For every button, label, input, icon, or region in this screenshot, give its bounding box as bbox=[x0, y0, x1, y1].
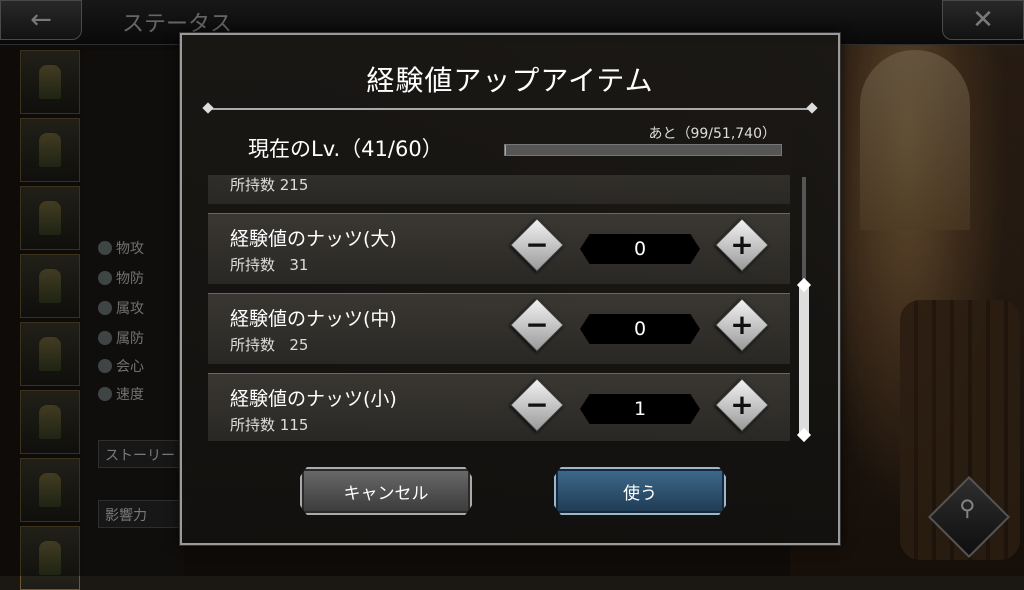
cancel-button[interactable]: キャンセル bbox=[300, 467, 472, 515]
quantity-value: 0 bbox=[580, 234, 700, 264]
list-item: 経験値のナッツ(大) 所持数 31 − 0 + bbox=[208, 213, 790, 284]
decrease-button[interactable]: − bbox=[510, 218, 564, 272]
increase-button[interactable]: + bbox=[715, 378, 769, 432]
item-list[interactable]: 所持数 215 経験値のナッツ(大) 所持数 31 − 0 + 経験値のナッツ(… bbox=[208, 175, 794, 441]
list-item: 経験値のナッツ(中) 所持数 25 − 0 + bbox=[208, 293, 790, 364]
current-level: 現在のLv.（41/60） bbox=[248, 137, 443, 161]
plus-icon: + bbox=[730, 228, 754, 261]
list-scrollbar[interactable] bbox=[799, 177, 809, 439]
increase-button[interactable]: + bbox=[715, 298, 769, 352]
title-divider bbox=[210, 108, 810, 110]
decrease-button[interactable]: − bbox=[510, 298, 564, 352]
item-owned-count: 所持数 25 bbox=[230, 336, 309, 354]
minus-icon: − bbox=[525, 308, 549, 341]
remaining-exp: あと（99/51,740） bbox=[648, 126, 776, 142]
plus-icon: + bbox=[730, 308, 754, 341]
item-owned-count: 所持数 115 bbox=[230, 416, 309, 434]
exp-item-dialog: 経験値アップアイテム あと（99/51,740） 現在のLv.（41/60） 所… bbox=[180, 33, 840, 545]
item-owned-count: 所持数 215 bbox=[230, 176, 309, 194]
exp-progress-fill bbox=[505, 145, 506, 155]
quantity-value: 0 bbox=[580, 314, 700, 344]
increase-button[interactable]: + bbox=[715, 218, 769, 272]
list-item: 経験値のナッツ(小) 所持数 115 − 1 + bbox=[208, 373, 790, 441]
list-item: 所持数 215 bbox=[208, 175, 790, 204]
use-button[interactable]: 使う bbox=[554, 467, 726, 515]
quantity-value: 1 bbox=[580, 394, 700, 424]
exp-progress-bar bbox=[504, 144, 782, 156]
dialog-title: 経験値アップアイテム bbox=[366, 64, 654, 97]
item-owned-count: 所持数 31 bbox=[230, 256, 309, 274]
plus-icon: + bbox=[730, 388, 754, 421]
minus-icon: − bbox=[525, 228, 549, 261]
item-name: 経験値のナッツ(中) bbox=[230, 308, 397, 330]
decrease-button[interactable]: − bbox=[510, 378, 564, 432]
item-name: 経験値のナッツ(小) bbox=[230, 388, 397, 410]
item-name: 経験値のナッツ(大) bbox=[230, 228, 397, 250]
scrollbar-thumb[interactable] bbox=[799, 285, 809, 435]
minus-icon: − bbox=[525, 388, 549, 421]
